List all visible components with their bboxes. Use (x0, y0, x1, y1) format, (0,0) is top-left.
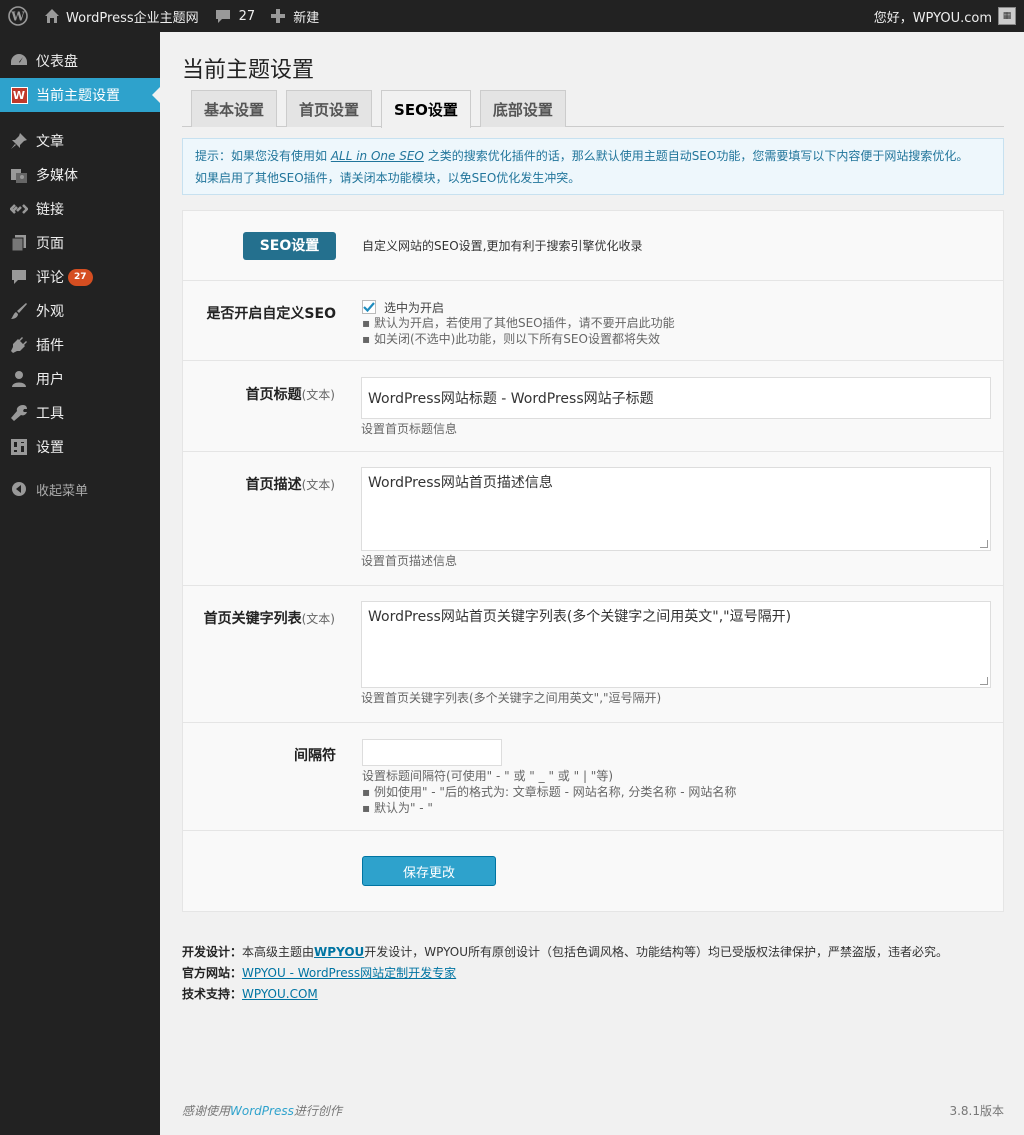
user-greeting[interactable]: 您好，WPYOU.com (874, 7, 992, 26)
seo-notice: 提示：如果您没有使用如 ALL in One SEO 之类的搜索优化插件的话，那… (182, 138, 1004, 195)
enable-hint: ▪ 如关闭(不选中)此功能，则以下所有SEO设置都将失效 (362, 332, 660, 346)
home-keywords-label: 首页关键字列表 (203, 611, 302, 627)
sidebar-item-links[interactable]: 链接 (0, 192, 160, 226)
sidebar-item-media[interactable]: 多媒体 (0, 158, 160, 192)
sidebar-item-dashboard[interactable]: 仪表盘 (0, 44, 160, 78)
sidebar-item-label: 评论 (36, 270, 64, 286)
page-title: 当前主题设置 (182, 58, 315, 83)
collapse-label: 收起菜单 (36, 483, 89, 499)
link-icon (9, 199, 29, 219)
new-content-link[interactable]: 新建 (263, 0, 327, 32)
sidebar-item-label: 页面 (36, 236, 64, 252)
media-icon (9, 165, 29, 185)
sidebar-item-settings[interactable]: 设置 (0, 430, 160, 464)
site-name: WordPress企业主题网 (66, 10, 199, 26)
admin-sidebar: 仪表盘 W 当前主题设置 文章 多媒体 链接 页面 评论 27 外观 插件 用户… (0, 32, 160, 1135)
page-icon (9, 233, 29, 253)
home-title-desc: 设置首页标题信息 (361, 422, 458, 436)
separator-label: 间隔符 (294, 748, 336, 764)
wrench-icon (9, 403, 29, 423)
section-description: 自定义网站的SEO设置,更加有利于搜索引擎优化收录 (362, 238, 643, 253)
home-desc-textarea[interactable]: WordPress网站首页描述信息 (361, 467, 991, 551)
w-logo-icon: W (9, 85, 29, 105)
home-title-input[interactable]: WordPress网站标题 - WordPress网站子标题 (361, 377, 991, 419)
sidebar-item-label: 插件 (36, 338, 64, 354)
support-link[interactable]: WPYOU.COM (242, 987, 318, 1001)
tab-seo[interactable]: SEO设置 (381, 90, 471, 128)
sidebar-item-comments[interactable]: 评论 27 (0, 260, 160, 294)
enable-seo-checkbox[interactable] (362, 300, 376, 314)
sidebar-item-label: 链接 (36, 202, 64, 218)
sidebar-item-appearance[interactable]: 外观 (0, 294, 160, 328)
home-icon (45, 9, 59, 23)
home-keywords-textarea[interactable]: WordPress网站首页关键字列表(多个关键字之间用英文","逗号隔开) (361, 601, 991, 688)
enable-seo-label: 是否开启自定义SEO (206, 306, 336, 322)
sidebar-item-users[interactable]: 用户 (0, 362, 160, 396)
home-desc-label: 首页描述 (245, 477, 302, 493)
home-keywords-desc: 设置首页关键字列表(多个关键字之间用英文","逗号隔开) (361, 691, 662, 705)
plus-icon (271, 9, 286, 23)
settings-tabs: 基本设置 首页设置 SEO设置 底部设置 (182, 90, 1004, 128)
wordpress-link[interactable]: WordPress (230, 1104, 294, 1118)
main-content: 当前主题设置 基本设置 首页设置 SEO设置 底部设置 提示：如果您没有使用如 … (182, 32, 1004, 1005)
separator-desc: 设置标题间隔符(可使用" - " 或 " _ " 或 " | "等) (362, 769, 613, 783)
admin-bar: W WordPress企业主题网 27 新建 您好，WPYOU.com ▦ (0, 0, 1024, 32)
comment-icon (9, 267, 29, 287)
svg-text:W: W (10, 10, 25, 24)
wordpress-logo-icon[interactable]: W (0, 0, 36, 32)
enable-seo-checkbox-label: 选中为开启 (384, 300, 445, 315)
aioseo-link[interactable]: ALL in One SEO (331, 149, 424, 163)
sidebar-item-posts[interactable]: 文章 (0, 124, 160, 158)
site-name-link[interactable]: WordPress企业主题网 (36, 0, 207, 32)
tab-basic[interactable]: 基本设置 (191, 90, 278, 127)
footer-thanks: 感谢使用WordPress进行创作 (182, 1104, 342, 1118)
comments-count: 27 (238, 8, 256, 24)
collapse-arrow-icon (9, 479, 29, 499)
sidebar-item-label: 工具 (36, 406, 64, 422)
checkmark-icon (363, 302, 375, 313)
sidebar-item-label: 仪表盘 (36, 54, 78, 70)
user-icon (9, 369, 29, 389)
sidebar-item-label: 当前主题设置 (36, 88, 120, 104)
separator-hint: ▪ 例如使用" - "后的格式为: 文章标题 - 网站名称, 分类名称 - 网站… (362, 785, 737, 799)
tab-footer[interactable]: 底部设置 (479, 90, 566, 127)
sidebar-item-tools[interactable]: 工具 (0, 396, 160, 430)
theme-credits: 开发设计：本高级主题由WPYOU开发设计，WPYOU所有原创设计（包括色调风格、… (182, 945, 949, 1001)
tab-home[interactable]: 首页设置 (286, 90, 373, 127)
collapse-menu-button[interactable]: 收起菜单 (0, 472, 160, 506)
avatar[interactable]: ▦ (998, 7, 1016, 25)
comments-link[interactable]: 27 (207, 0, 264, 32)
sidebar-item-theme-settings[interactable]: W 当前主题设置 (0, 78, 160, 112)
sidebar-item-label: 用户 (36, 372, 64, 388)
sidebar-item-label: 设置 (36, 440, 64, 456)
dashboard-icon (9, 51, 29, 71)
settings-icon (9, 437, 29, 457)
separator-hint: ▪ 默认为" - " (362, 801, 433, 815)
wpyou-brand-link[interactable]: WPYOU (314, 945, 364, 959)
seo-section-badge: SEO设置 (243, 231, 336, 260)
home-title-label: 首页标题 (245, 387, 302, 403)
separator-input[interactable] (362, 739, 502, 766)
enable-hint: ▪ 默认为开启，若使用了其他SEO插件，请不要开启此功能 (362, 316, 675, 330)
brush-icon (9, 301, 29, 321)
admin-footer: 感谢使用WordPress进行创作 3.8.1版本 (182, 1102, 1004, 1119)
sidebar-item-pages[interactable]: 页面 (0, 226, 160, 260)
official-site-link[interactable]: WPYOU - WordPress网站定制开发专家 (242, 966, 456, 980)
seo-settings-form: SEO设置 自定义网站的SEO设置,更加有利于搜索引擎优化收录 是否开启自定义S… (182, 210, 1004, 912)
plug-icon (9, 335, 29, 355)
sidebar-item-label: 多媒体 (36, 168, 78, 184)
sidebar-item-plugins[interactable]: 插件 (0, 328, 160, 362)
home-desc-desc: 设置首页描述信息 (361, 554, 458, 568)
pin-icon (9, 131, 29, 151)
sidebar-item-label: 文章 (36, 134, 64, 150)
wp-version: 3.8.1版本 (949, 1104, 1004, 1118)
save-button[interactable]: 保存更改 (362, 856, 496, 886)
sidebar-item-label: 外观 (36, 304, 64, 320)
new-label: 新建 (293, 10, 320, 26)
comment-icon (215, 10, 230, 23)
comments-count-badge: 27 (68, 268, 93, 286)
